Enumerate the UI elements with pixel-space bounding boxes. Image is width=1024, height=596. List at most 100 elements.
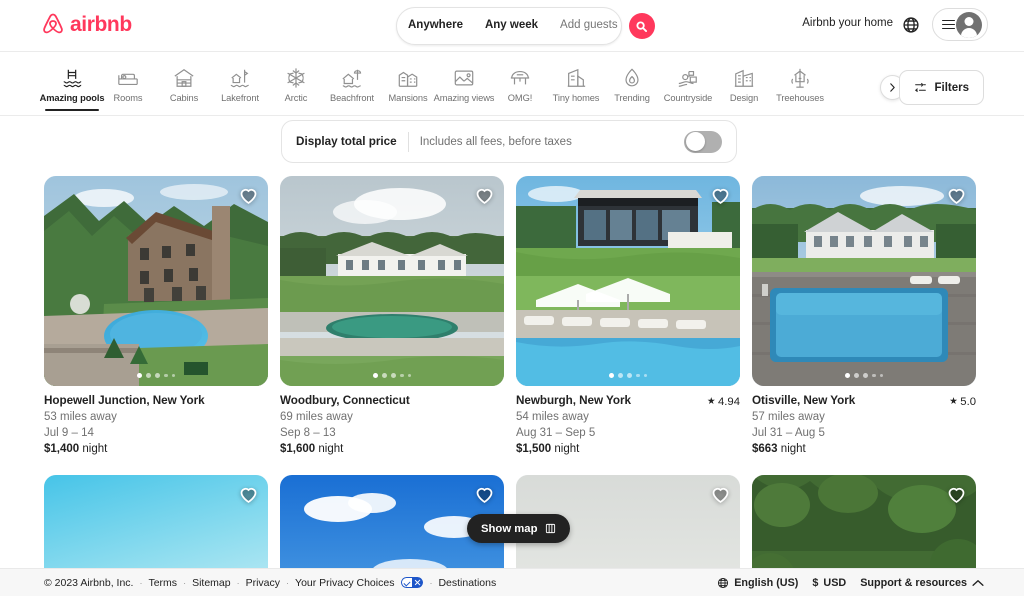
footer-support-button[interactable]: Support & resources	[860, 577, 984, 589]
footer-link-sitemap[interactable]: Sitemap	[192, 577, 231, 589]
photo-dot[interactable]	[171, 373, 175, 378]
category-amazing-pools[interactable]: Amazing pools	[40, 61, 105, 112]
photo-dot[interactable]	[854, 373, 859, 378]
listing-title-row: Newburgh, New York ★ 4.94	[516, 393, 740, 409]
photo-dot[interactable]	[391, 373, 396, 378]
category-omg[interactable]: OMG!	[492, 61, 548, 103]
search-when[interactable]: Any week	[474, 20, 549, 32]
heart-icon	[240, 488, 257, 504]
photo-dot[interactable]	[643, 373, 647, 378]
listing-card[interactable]: Newburgh, New York ★ 4.94 54 miles away …	[516, 176, 740, 455]
favorite-heart-button[interactable]	[474, 185, 495, 206]
photo-dot[interactable]	[879, 373, 883, 378]
user-menu-button[interactable]	[932, 8, 988, 41]
listing-price: $1,400 night	[44, 443, 268, 455]
category-amazing-views[interactable]: Amazing views	[434, 61, 494, 103]
footer-currency-button[interactable]: $ USD	[812, 577, 846, 589]
footer-dot: ·	[236, 577, 240, 588]
listing-photo[interactable]	[752, 176, 976, 386]
photo-dot[interactable]	[407, 373, 411, 378]
favorite-heart-button[interactable]	[474, 484, 495, 505]
category-scroller[interactable]: Amazing pools Rooms Cabins Lakefront Arc…	[40, 61, 828, 112]
listing-title: Otisville, New York	[752, 394, 856, 407]
listing-rating: ★ 5.0	[949, 396, 976, 408]
listing-price-unit: night	[82, 443, 108, 456]
category-arctic[interactable]: Arctic	[268, 61, 324, 103]
photo-dots[interactable]	[516, 373, 740, 378]
category-label: Trending	[614, 93, 650, 103]
search-guests[interactable]: Add guests	[549, 20, 629, 32]
white-house-lawn-pool-image	[280, 176, 504, 386]
airbnb-bellhop-icon	[43, 13, 63, 34]
search-submit-button[interactable]	[628, 13, 655, 39]
favorite-heart-button[interactable]	[946, 484, 967, 505]
listing-price-unit: night	[318, 443, 344, 456]
photo-dots[interactable]	[44, 373, 268, 378]
filters-button[interactable]: Filters	[899, 70, 984, 105]
listing-info: Hopewell Junction, New York 53 miles awa…	[44, 386, 268, 455]
favorite-heart-button[interactable]	[710, 185, 731, 206]
listing-distance: 69 miles away	[280, 410, 353, 423]
photo-dot[interactable]	[618, 373, 623, 378]
privacy-choices-icon[interactable]	[401, 577, 424, 588]
photo-dot[interactable]	[146, 373, 151, 378]
category-lakefront[interactable]: Lakefront	[212, 61, 268, 103]
photo-dot[interactable]	[164, 373, 168, 378]
category-treehouses[interactable]: Treehouses	[772, 61, 828, 103]
category-design[interactable]: Design	[716, 61, 772, 103]
photo-dot[interactable]	[845, 373, 850, 378]
footer-link-destinations[interactable]: Destinations	[438, 577, 496, 589]
photo-dot[interactable]	[863, 373, 868, 378]
listing-price-amount: $1,400	[44, 443, 80, 456]
search-bar[interactable]: Anywhere Any week Add guests	[396, 7, 655, 45]
footer-link-privacy[interactable]: Privacy	[246, 577, 280, 589]
photo-dot[interactable]	[400, 373, 404, 378]
photo-dots[interactable]	[280, 373, 504, 378]
category-countryside[interactable]: Countryside	[660, 61, 716, 103]
photo-dot[interactable]	[609, 373, 614, 378]
favorite-heart-button[interactable]	[238, 484, 259, 505]
listing-rating-value: 5.0	[960, 395, 976, 408]
favorite-heart-button[interactable]	[238, 185, 259, 206]
photo-dot[interactable]	[382, 373, 387, 378]
category-mansions[interactable]: Mansions	[380, 61, 436, 103]
chevron-right-icon	[890, 83, 895, 92]
listing-card[interactable]: Woodbury, Connecticut 69 miles away Sep …	[280, 176, 504, 455]
category-rooms[interactable]: Rooms	[100, 61, 156, 103]
listing-card[interactable]: Otisville, New York ★ 5.0 57 miles away …	[752, 176, 976, 455]
host-your-home-link[interactable]: Airbnb your home	[802, 17, 893, 29]
listing-photo[interactable]	[280, 176, 504, 386]
listing-dates: Aug 31 – Sep 5	[516, 427, 596, 440]
favorite-heart-button[interactable]	[946, 185, 967, 206]
listing-photo[interactable]	[516, 176, 740, 386]
photo-dot[interactable]	[636, 373, 640, 378]
listing-photo[interactable]	[44, 176, 268, 386]
category-tiny-homes[interactable]: Tiny homes	[548, 61, 604, 103]
bed-icon	[118, 73, 138, 86]
mansion-icon	[398, 71, 418, 87]
photo-dot[interactable]	[155, 373, 160, 378]
search-where[interactable]: Anywhere	[397, 20, 474, 32]
photo-dot[interactable]	[872, 373, 876, 378]
airbnb-search-page: airbnb Anywhere Any week Add guests Airb…	[0, 0, 1024, 596]
listing-card[interactable]: Hopewell Junction, New York 53 miles awa…	[44, 176, 268, 455]
language-globe-button[interactable]	[902, 16, 920, 34]
footer-link-terms[interactable]: Terms	[148, 577, 177, 589]
countryside-icon	[678, 70, 697, 87]
display-total-price-toggle[interactable]	[684, 130, 722, 153]
photo-dot[interactable]	[627, 373, 632, 378]
airbnb-logo[interactable]: airbnb	[40, 10, 132, 38]
footer-language-button[interactable]: English (US)	[717, 577, 798, 589]
listing-info: Woodbury, Connecticut 69 miles away Sep …	[280, 386, 504, 455]
category-trending[interactable]: Trending	[604, 61, 660, 103]
favorite-heart-button[interactable]	[710, 484, 731, 505]
listing-dates: Jul 9 – 14	[44, 427, 94, 440]
show-map-button[interactable]: Show map	[467, 514, 570, 543]
category-beachfront[interactable]: Beachfront	[324, 61, 380, 103]
photo-dots[interactable]	[752, 373, 976, 378]
category-cabins[interactable]: Cabins	[156, 61, 212, 103]
photo-dot[interactable]	[373, 373, 378, 378]
footer-link-your-privacy-choices[interactable]: Your Privacy Choices	[295, 577, 394, 589]
photo-dot[interactable]	[137, 373, 142, 378]
category-label: Treehouses	[776, 93, 824, 103]
